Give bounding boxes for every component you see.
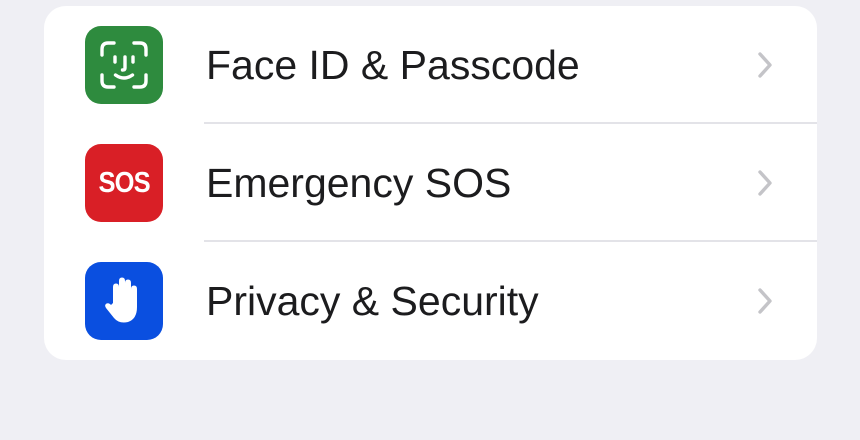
hand-raised-icon [85,262,163,340]
chevron-right-icon [758,288,772,314]
settings-row-privacy-security[interactable]: Privacy & Security [44,242,817,360]
settings-row-emergency-sos[interactable]: SOS Emergency SOS [44,124,817,242]
chevron-right-icon [758,170,772,196]
face-id-icon [85,26,163,104]
settings-group: Face ID & Passcode SOS Emergency SOS Pri… [44,6,817,360]
settings-row-label: Face ID & Passcode [206,42,580,88]
settings-row-label: Emergency SOS [206,160,512,206]
settings-row-label: Privacy & Security [206,278,539,324]
settings-row-face-id-passcode[interactable]: Face ID & Passcode [44,6,817,124]
settings-screen: Face ID & Passcode SOS Emergency SOS Pri… [0,0,860,440]
chevron-right-icon [758,52,772,78]
sos-icon-text: SOS [98,166,150,199]
sos-icon: SOS [85,144,163,222]
